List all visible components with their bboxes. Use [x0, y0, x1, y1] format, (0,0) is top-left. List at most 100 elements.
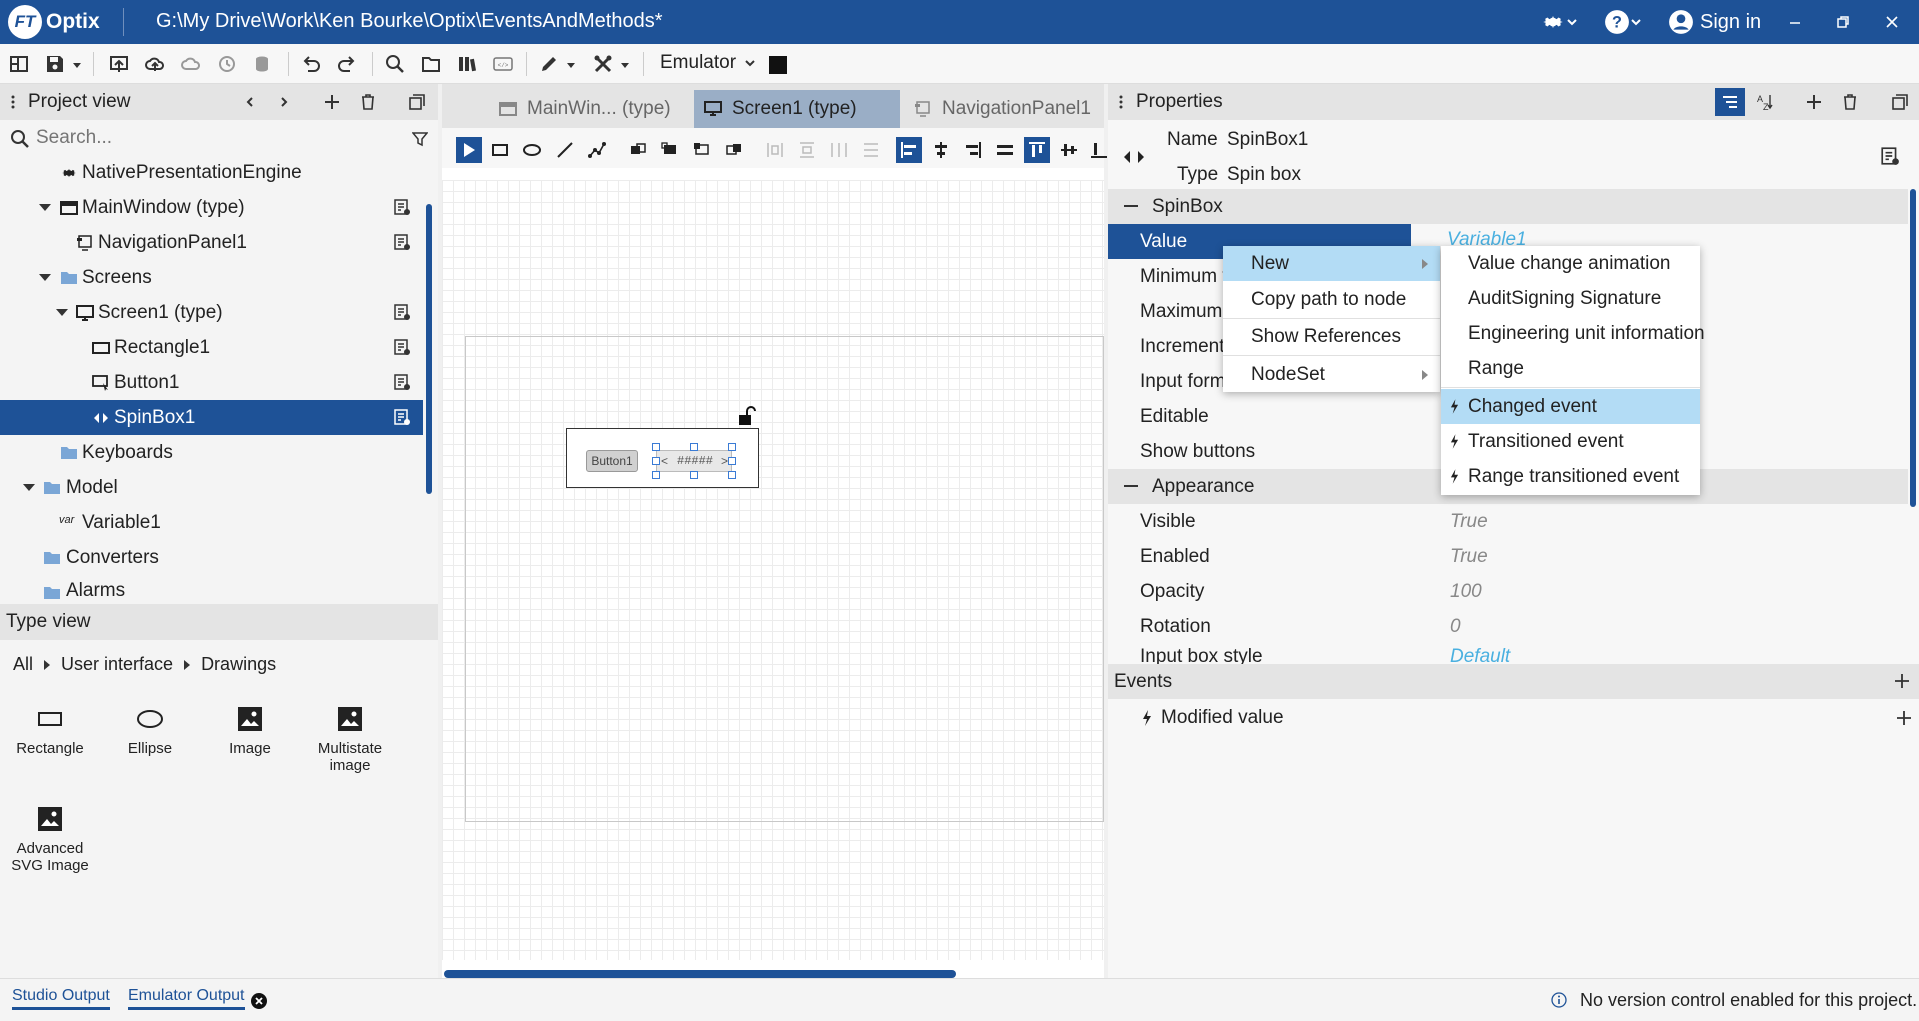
- tools-dropdown-icon[interactable]: [621, 63, 629, 68]
- menu-item-new[interactable]: New: [1223, 246, 1440, 281]
- event-row-modified-value[interactable]: Modified value: [1108, 700, 1919, 735]
- prop-value[interactable]: 100: [1450, 581, 1482, 603]
- prop-row-rotation[interactable]: Rotation 0: [1108, 609, 1908, 644]
- chevron-right-icon[interactable]: [278, 96, 290, 108]
- tree-scrollbar[interactable]: [426, 204, 432, 494]
- submenu-item-changed-event[interactable]: Changed event: [1441, 389, 1700, 424]
- selection-handle[interactable]: [652, 443, 660, 451]
- submenu-item-range-transitioned-event[interactable]: Range transitioned event: [1441, 459, 1700, 494]
- send-backward-tool[interactable]: [721, 137, 747, 163]
- prop-row-input-box-style[interactable]: Input box style Default: [1108, 644, 1908, 664]
- history-icon[interactable]: [216, 53, 238, 75]
- align-right-tool[interactable]: [960, 137, 986, 163]
- prop-value[interactable]: Default: [1450, 646, 1510, 664]
- save-dropdown-icon[interactable]: [73, 63, 81, 68]
- prop-value[interactable]: True: [1450, 546, 1488, 568]
- undo-icon[interactable]: [300, 53, 322, 75]
- search-input[interactable]: [36, 124, 396, 152]
- edit-properties-icon[interactable]: [393, 198, 411, 216]
- tree-item-navigation-panel1[interactable]: NavigationPanel1: [0, 225, 423, 260]
- edit-properties-icon[interactable]: [393, 338, 411, 356]
- type-item-multistate-image[interactable]: Multistate image: [300, 702, 400, 774]
- tree-item-alarms[interactable]: Alarms: [0, 575, 423, 604]
- properties-scrollbar[interactable]: [1910, 189, 1916, 507]
- tab-screen1[interactable]: Screen1 (type): [694, 90, 900, 128]
- help-menu-button[interactable]: ?: [1604, 8, 1642, 36]
- menu-item-nodeset[interactable]: NodeSet: [1223, 357, 1440, 392]
- search-icon[interactable]: [384, 53, 406, 75]
- edit-properties-icon[interactable]: [1880, 146, 1900, 166]
- type-item-image[interactable]: Image: [200, 702, 300, 757]
- submenu-item-engineering-unit[interactable]: Engineering unit information: [1441, 316, 1705, 351]
- type-item-advanced-svg-image[interactable]: Advanced SVG Image: [0, 802, 100, 874]
- tree-item-spinbox1[interactable]: SpinBox1: [0, 400, 423, 435]
- add-icon[interactable]: [1805, 93, 1823, 111]
- send-back-tool[interactable]: [689, 137, 715, 163]
- selection-handle[interactable]: [728, 443, 736, 451]
- close-circle-icon[interactable]: [250, 992, 268, 1010]
- submenu-item-value-change-animation[interactable]: Value change animation: [1441, 246, 1700, 281]
- minimize-button[interactable]: [1787, 8, 1803, 36]
- align-middle-tool[interactable]: [1056, 137, 1082, 163]
- space-h-tool[interactable]: [826, 137, 852, 163]
- sort-alpha-icon[interactable]: AZ: [1756, 93, 1774, 111]
- drag-handle-icon[interactable]: [1118, 94, 1124, 110]
- name-value[interactable]: SpinBox1: [1227, 129, 1308, 151]
- tab-emulator-output[interactable]: Emulator Output: [128, 987, 245, 1010]
- distribute-v-tool[interactable]: [794, 137, 820, 163]
- unlock-icon[interactable]: [738, 406, 756, 426]
- drag-handle-icon[interactable]: [10, 94, 16, 110]
- breadcrumb-item[interactable]: User interface: [61, 654, 173, 675]
- spin-decrement-button[interactable]: <: [661, 454, 668, 468]
- chevron-left-icon[interactable]: [244, 96, 256, 108]
- upload-icon[interactable]: [144, 53, 166, 75]
- bring-forward-tool[interactable]: [625, 137, 651, 163]
- copy-icon[interactable]: [408, 93, 426, 111]
- edit-properties-icon[interactable]: [393, 303, 411, 321]
- submenu-item-range[interactable]: Range: [1441, 351, 1700, 386]
- deploy-icon[interactable]: [108, 53, 130, 75]
- distribute-h-tool[interactable]: [762, 137, 788, 163]
- expand-arrow-icon[interactable]: [56, 309, 68, 316]
- submenu-item-auditsigning-signature[interactable]: AuditSigning Signature: [1441, 281, 1700, 316]
- selection-handle[interactable]: [652, 471, 660, 479]
- settings-menu-button[interactable]: [1540, 8, 1578, 36]
- tab-main-window[interactable]: MainWin... (type): [489, 90, 687, 128]
- menu-item-show-references[interactable]: Show References: [1223, 319, 1440, 354]
- filter-icon[interactable]: [412, 131, 428, 147]
- tab-navigation-panel1[interactable]: NavigationPanel1: [904, 90, 1104, 128]
- tree-item-native-presentation-engine[interactable]: NativePresentationEngine: [0, 155, 423, 190]
- ellipse-tool[interactable]: [519, 137, 545, 163]
- sort-by-category-button[interactable]: [1715, 88, 1745, 116]
- emulator-dropdown[interactable]: Emulator: [660, 52, 756, 74]
- copy-icon[interactable]: [1891, 93, 1909, 111]
- edit-properties-icon[interactable]: [393, 408, 411, 426]
- breadcrumb-item[interactable]: Drawings: [201, 654, 276, 675]
- space-v-tool[interactable]: [858, 137, 884, 163]
- redo-icon[interactable]: [336, 53, 358, 75]
- tree-item-button1[interactable]: Button1: [0, 365, 423, 400]
- add-method-icon[interactable]: [1896, 710, 1912, 726]
- tree-item-screens[interactable]: Screens: [0, 260, 423, 295]
- submenu-item-transitioned-event[interactable]: Transitioned event: [1441, 424, 1700, 459]
- tab-studio-output[interactable]: Studio Output: [12, 987, 110, 1010]
- select-tool[interactable]: [456, 137, 482, 163]
- prop-row-enabled[interactable]: Enabled True: [1108, 539, 1908, 574]
- tools-icon[interactable]: [592, 53, 614, 75]
- tree-item-converters[interactable]: Converters: [0, 540, 423, 575]
- canvas-horizontal-scrollbar[interactable]: [444, 970, 956, 978]
- selection-handle[interactable]: [690, 443, 698, 451]
- save-icon[interactable]: [44, 53, 66, 75]
- align-left-tool[interactable]: [896, 137, 922, 163]
- edit-properties-icon[interactable]: [393, 373, 411, 391]
- add-event-icon[interactable]: [1894, 673, 1910, 689]
- delete-icon[interactable]: [360, 93, 376, 111]
- polyline-tool[interactable]: [584, 137, 610, 163]
- bring-front-tool[interactable]: [657, 137, 683, 163]
- prop-value[interactable]: True: [1450, 511, 1488, 533]
- tree-item-main-window[interactable]: MainWindow (type): [0, 190, 423, 225]
- align-center-tool[interactable]: [928, 137, 954, 163]
- tree-item-model[interactable]: Model: [0, 470, 423, 505]
- rectangle-tool[interactable]: [487, 137, 513, 163]
- sign-in-button[interactable]: Sign in: [1668, 8, 1761, 36]
